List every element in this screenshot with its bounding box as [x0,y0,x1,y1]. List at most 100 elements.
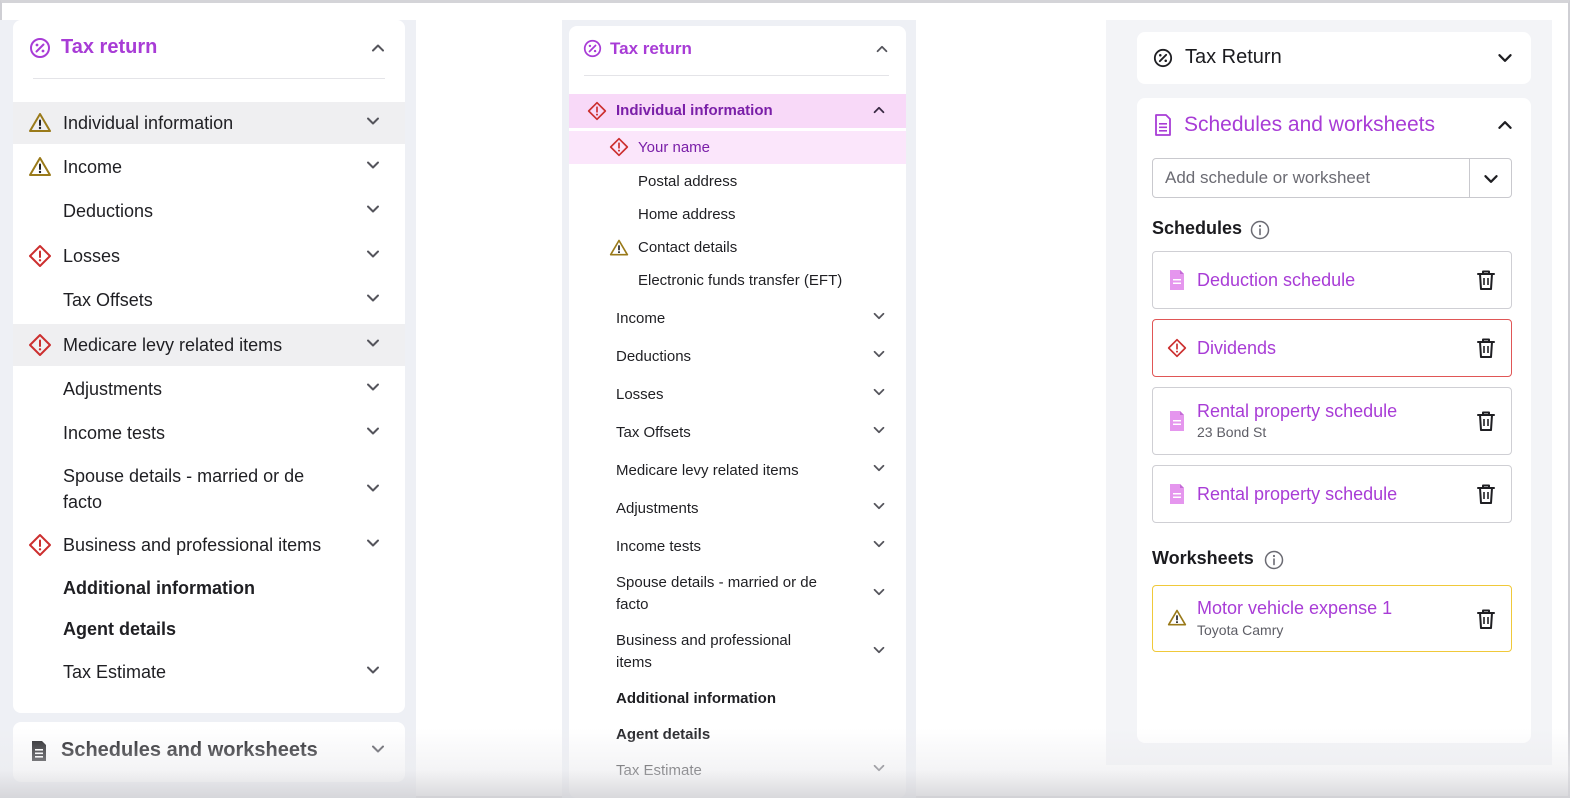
p1-item-adjustments[interactable]: Adjustments [13,368,405,410]
chevron-down-icon[interactable] [871,384,887,400]
p1-item-individual-information[interactable]: Individual information [13,102,405,144]
p1-item-spouse-details[interactable]: Spouse details - married or de facto [13,458,405,522]
error-diamond-icon [29,245,51,267]
p2-subitem-postal-address[interactable]: Postal address [569,166,906,198]
p2-item-deductions[interactable]: Deductions [569,340,906,374]
trash-icon[interactable] [1475,268,1497,292]
chevron-down-icon[interactable] [871,642,887,658]
add-schedule-select[interactable]: Add schedule or worksheet [1152,158,1512,198]
p1-item-income-tests[interactable]: Income tests [13,412,405,454]
trash-icon[interactable] [1475,336,1497,360]
worksheet-item-motor-vehicle[interactable]: Motor vehicle expense 1 Toyota Camry [1152,585,1512,652]
p2-section-individual-information[interactable]: Individual information [569,94,906,128]
p1-item-label: Business and professional items [63,535,322,555]
p1-item-tax-estimate[interactable]: Tax Estimate [13,651,405,693]
p2-subitem-home-address[interactable]: Home address [569,199,906,231]
trash-icon[interactable] [1475,409,1497,433]
p2-item-spouse-details[interactable]: Spouse details - married or de facto [569,570,906,620]
p2-item-additional-information[interactable]: Additional information [569,684,906,716]
p2-item-income-tests[interactable]: Income tests [569,530,906,564]
p1-item-losses[interactable]: Losses [13,235,405,277]
chevron-down-icon[interactable] [1495,48,1515,68]
p1-item-label: Adjustments [63,379,163,399]
p1-item-additional-information[interactable]: Additional information [13,567,405,609]
info-icon[interactable] [1264,550,1284,570]
p2-item-label: Business and professional [616,632,792,649]
p1-item-label: Individual information [63,113,234,133]
p1-item-business-professional[interactable]: Business and professional items [13,524,405,566]
chevron-down-icon[interactable] [871,584,887,600]
p1-item-label: Income [63,157,123,177]
schedule-name: Rental property schedule [1197,401,1398,421]
schedule-item-rental-2[interactable]: Rental property schedule [1152,465,1512,523]
p2-item-agent-details[interactable]: Agent details [569,720,906,752]
chevron-down-icon[interactable] [1481,169,1501,189]
p2-subitem-contact-details[interactable]: Contact details [569,232,906,264]
schedule-item-dividends[interactable]: Dividends [1152,319,1512,377]
info-icon[interactable] [1250,220,1270,240]
p2-item-income[interactable]: Income [569,302,906,336]
chevron-down-icon[interactable] [871,308,887,324]
schedule-name: Rental property schedule [1197,484,1398,504]
panel2-header[interactable]: Tax return [569,26,906,74]
p2-item-tax-estimate[interactable]: Tax Estimate [569,756,906,788]
chevron-down-icon[interactable] [364,479,382,497]
chevron-down-icon[interactable] [871,422,887,438]
p2-item-label: Deductions [616,348,692,365]
chevron-down-icon[interactable] [364,334,382,352]
chevron-down-icon[interactable] [364,661,382,679]
chevron-down-icon[interactable] [871,498,887,514]
trash-icon[interactable] [1475,482,1497,506]
p3-tax-return-header[interactable]: Tax Return [1137,32,1531,84]
chevron-down-icon[interactable] [364,534,382,552]
p2-item-losses[interactable]: Losses [569,378,906,412]
p1-item-label: Losses [63,246,121,266]
schedule-item-deduction[interactable]: Deduction schedule [1152,251,1512,309]
chevron-down-icon[interactable] [871,460,887,476]
p1-item-label: Spouse details - married or de [63,466,305,486]
chevron-down-icon[interactable] [369,740,387,758]
p1-item-deductions[interactable]: Deductions [13,190,405,232]
p2-item-medicare-levy[interactable]: Medicare levy related items [569,454,906,488]
p2-item-adjustments[interactable]: Adjustments [569,492,906,526]
chevron-down-icon[interactable] [364,200,382,218]
schedules-label: Schedules [1152,218,1243,238]
p2-item-tax-offsets[interactable]: Tax Offsets [569,416,906,450]
panel1-header[interactable]: Tax return [13,20,405,78]
p1-item-medicare-levy[interactable]: Medicare levy related items [13,324,405,366]
p1-schedules-worksheets-header[interactable]: Schedules and worksheets [13,722,405,782]
error-diamond-icon [29,534,51,556]
p1-item-agent-details[interactable]: Agent details [13,608,405,650]
chevron-up-icon[interactable] [874,41,890,57]
p2-section-label: Individual information [616,102,773,119]
chevron-down-icon[interactable] [871,536,887,552]
p2-item-label: Agent details [616,726,711,743]
chevron-down-icon[interactable] [871,346,887,362]
chevron-down-icon[interactable] [364,112,382,130]
p2-subitem-your-name[interactable]: Your name [569,131,906,164]
chevron-down-icon[interactable] [364,156,382,174]
p1-item-label-line2: facto [63,492,103,512]
p2-item-business-professional[interactable]: Business and professional items [569,628,906,678]
warning-icon [1167,609,1187,626]
chevron-down-icon[interactable] [364,245,382,263]
warning-icon [609,239,629,256]
p2-subitem-eft[interactable]: Electronic funds transfer (EFT) [569,265,906,297]
p2-item-label: Income [616,310,666,327]
p3-schedules-header[interactable]: Schedules and worksheets [1137,104,1531,148]
chevron-down-icon[interactable] [364,422,382,440]
chevron-down-icon[interactable] [364,289,382,307]
chevron-down-icon[interactable] [364,378,382,396]
chevron-down-icon[interactable] [871,760,887,776]
schedule-item-rental-1[interactable]: Rental property schedule 23 Bond St [1152,387,1512,455]
chevron-up-icon[interactable] [1495,115,1515,135]
chevron-up-icon[interactable] [871,102,887,118]
p1-item-income[interactable]: Income [13,146,405,188]
trash-icon[interactable] [1475,607,1497,631]
p3-section-title: Schedules and worksheets [1184,113,1435,136]
chevron-up-icon[interactable] [369,39,387,57]
error-diamond-icon [609,137,629,157]
p2-item-label: Losses [616,386,664,403]
p1-item-tax-offsets[interactable]: Tax Offsets [13,279,405,321]
worksheet-subtitle: Toyota Camry [1197,622,1284,638]
